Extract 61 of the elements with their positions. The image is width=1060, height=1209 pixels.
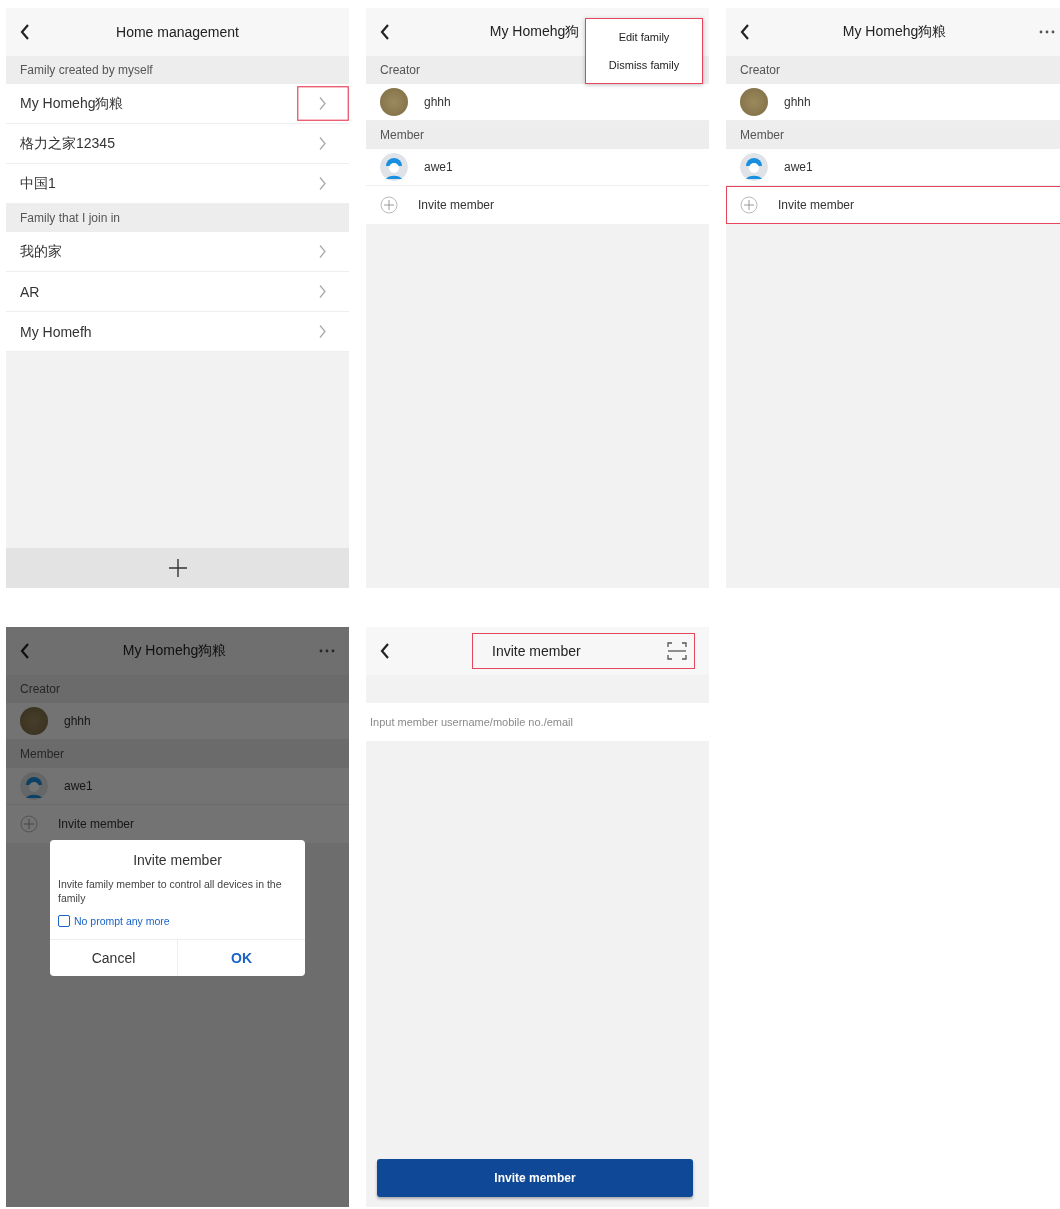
- section-header: Family that I join in: [6, 204, 349, 232]
- member-name: awe1: [64, 779, 93, 793]
- family-row[interactable]: My Homefh: [6, 312, 349, 352]
- invite-label: Invite member: [778, 198, 855, 212]
- checkbox-label[interactable]: No prompt any more: [74, 915, 170, 928]
- invite-label: Invite member: [58, 817, 135, 831]
- invite-button[interactable]: Invite member: [377, 1159, 693, 1197]
- screen-title: My Homehg狗: [489, 23, 580, 41]
- cancel-button[interactable]: Cancel: [50, 940, 177, 977]
- back-icon[interactable]: [380, 24, 390, 40]
- scan-icon[interactable]: [667, 642, 687, 660]
- invite-label: Invite member: [418, 198, 495, 212]
- avatar-icon: [740, 153, 768, 181]
- family-name: My Homehg狗粮: [20, 94, 125, 113]
- checkbox[interactable]: [58, 915, 70, 928]
- family-row[interactable]: My Homehg狗粮: [6, 84, 349, 124]
- plus-circle-icon: [740, 196, 758, 214]
- dialog-message: Invite family member to control all devices in the family: [57, 878, 283, 906]
- screen-title: Invite member: [491, 643, 582, 659]
- family-name: 中国1: [20, 174, 57, 193]
- section-header: Family created by myself: [6, 56, 349, 84]
- family-row[interactable]: 格力之家12345: [6, 124, 349, 164]
- invite-row[interactable]: Invite member: [726, 186, 1060, 224]
- more-icon[interactable]: [319, 649, 335, 653]
- photo-placeholder: [380, 88, 408, 116]
- family-name: 我的家: [20, 242, 63, 261]
- invite-row[interactable]: Invite member: [6, 805, 349, 843]
- more-icon[interactable]: [1039, 30, 1055, 34]
- menu-item[interactable]: Edit family: [586, 23, 702, 51]
- back-icon[interactable]: [740, 24, 750, 40]
- section-header: Member: [726, 121, 1060, 149]
- screen-title: My Homehg狗粮: [122, 642, 227, 660]
- family-name: 格力之家12345: [20, 134, 116, 153]
- plus-circle-icon: [20, 815, 38, 833]
- plus-icon[interactable]: [167, 558, 188, 578]
- dialog-title: Invite member: [132, 851, 223, 870]
- photo-placeholder: [20, 707, 48, 735]
- username-field[interactable]: Input member username/mobile no./email: [366, 703, 709, 741]
- member-name: ghhh: [784, 95, 811, 109]
- family-name: AR: [20, 283, 41, 300]
- screen-title: Home management: [116, 24, 239, 40]
- avatar-icon: [20, 772, 48, 800]
- back-icon[interactable]: [20, 24, 30, 40]
- section-header: Creator: [726, 56, 1060, 84]
- member-name: ghhh: [64, 714, 91, 728]
- screen-title: My Homehg狗粮: [842, 23, 947, 41]
- family-name: My Homefh: [20, 323, 93, 340]
- member-name: awe1: [424, 160, 453, 174]
- family-row[interactable]: 中国1: [6, 164, 349, 204]
- avatar-icon: [380, 153, 408, 181]
- member-name: ghhh: [424, 95, 451, 109]
- ok-button[interactable]: OK: [177, 940, 305, 977]
- invite-row[interactable]: Invite member: [366, 186, 709, 224]
- member-name: awe1: [784, 160, 813, 174]
- section-header: Member: [366, 121, 709, 149]
- family-row[interactable]: AR: [6, 272, 349, 312]
- family-row[interactable]: 我的家: [6, 232, 349, 272]
- photo-placeholder: [740, 88, 768, 116]
- plus-circle-icon: [380, 196, 398, 214]
- chevron-icon[interactable]: [297, 86, 349, 121]
- back-icon[interactable]: [380, 643, 390, 659]
